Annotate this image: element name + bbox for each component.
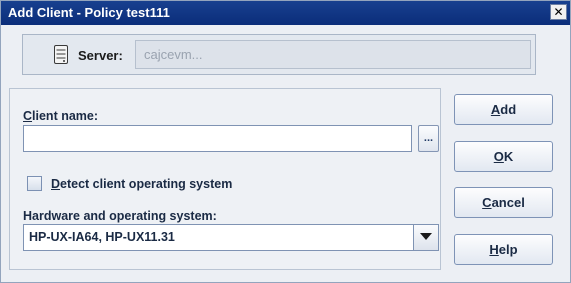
server-field: cajcevm... bbox=[135, 40, 531, 69]
add-label: dd bbox=[500, 102, 517, 117]
detect-os-label[interactable]: Detect client operating system bbox=[51, 177, 232, 191]
browse-button[interactable]: ... bbox=[418, 125, 439, 152]
add-client-dialog: Add Client - Policy test111 ✕ Server: ca… bbox=[0, 0, 571, 283]
close-icon: ✕ bbox=[553, 5, 564, 19]
ok-mnemonic: O bbox=[493, 149, 504, 164]
ok-label: K bbox=[503, 149, 514, 164]
close-button[interactable]: ✕ bbox=[550, 4, 567, 20]
client-name-input[interactable] bbox=[23, 125, 412, 152]
help-mnemonic: H bbox=[489, 242, 499, 257]
server-label: Server: bbox=[78, 48, 123, 63]
help-button[interactable]: Help bbox=[454, 234, 553, 265]
cancel-button[interactable]: Cancel bbox=[454, 187, 553, 218]
cancel-mnemonic: C bbox=[482, 195, 492, 210]
hardware-os-label: Hardware and operating system: bbox=[23, 209, 217, 223]
client-name-label: Client name: bbox=[23, 109, 98, 123]
hardware-os-select[interactable]: HP-UX-IA64, HP-UX11.31 bbox=[23, 224, 439, 251]
client-settings-panel: Client name: ... Detect client operating… bbox=[9, 88, 441, 270]
add-button[interactable]: Add bbox=[454, 94, 553, 125]
client-name-mnemonic: C bbox=[23, 109, 33, 123]
title-bar[interactable]: Add Client - Policy test111 ✕ bbox=[1, 1, 570, 25]
cancel-label: ancel bbox=[491, 195, 525, 210]
help-label: elp bbox=[498, 242, 518, 257]
add-mnemonic: A bbox=[490, 102, 501, 117]
detect-os-label-text: etect client operating system bbox=[60, 177, 233, 191]
browse-label: ... bbox=[423, 132, 434, 144]
detect-os-checkbox[interactable] bbox=[27, 176, 42, 191]
client-name-label-text: lient name: bbox=[32, 109, 99, 123]
ok-button[interactable]: OK bbox=[454, 141, 553, 172]
server-icon bbox=[54, 45, 68, 64]
detect-os-mnemonic: D bbox=[51, 177, 61, 191]
dropdown-arrow-button[interactable] bbox=[413, 225, 438, 250]
server-panel: Server: cajcevm... bbox=[22, 34, 536, 75]
chevron-down-icon bbox=[420, 233, 432, 240]
window-title: Add Client - Policy test111 bbox=[8, 5, 170, 20]
hardware-os-value: HP-UX-IA64, HP-UX11.31 bbox=[29, 230, 175, 244]
